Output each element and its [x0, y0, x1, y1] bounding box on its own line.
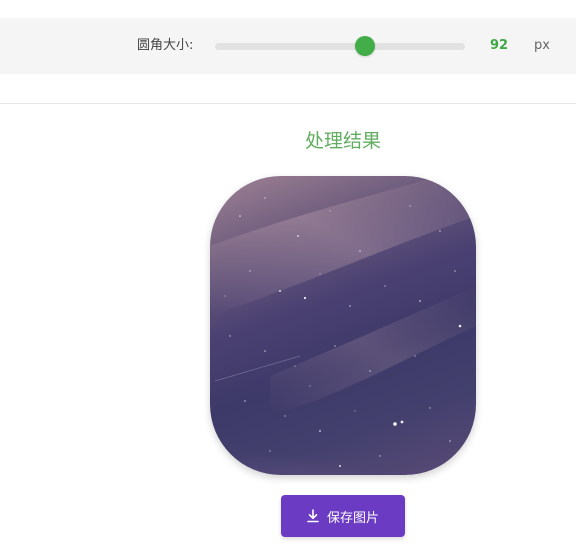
radius-value: 92 [489, 38, 509, 53]
radius-slider-thumb[interactable] [355, 36, 375, 56]
radius-unit: px [534, 38, 550, 53]
result-image [210, 176, 476, 475]
radius-slider-track[interactable] [215, 43, 465, 50]
page: 圆角大小: 92 px 处理结果 保存图片 [0, 0, 576, 554]
save-image-button[interactable]: 保存图片 [281, 495, 405, 537]
divider [0, 103, 576, 104]
download-icon [307, 509, 319, 523]
control-bar: 圆角大小: 92 px [0, 18, 576, 74]
result-title: 处理结果 [304, 130, 381, 152]
radius-label: 圆角大小: [137, 38, 194, 53]
save-button-label: 保存图片 [326, 510, 379, 526]
starfield [210, 176, 476, 467]
